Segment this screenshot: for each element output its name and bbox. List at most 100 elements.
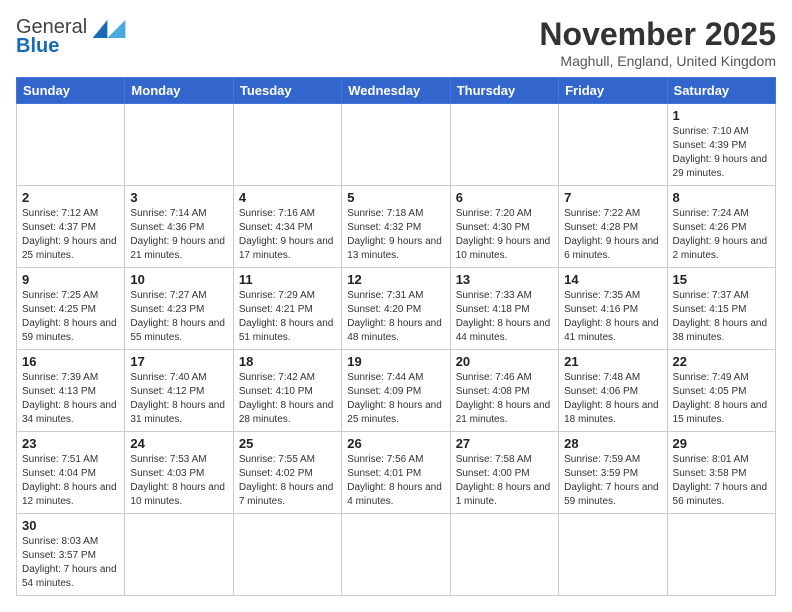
- day-info: Sunrise: 7:46 AM Sunset: 4:08 PM Dayligh…: [456, 371, 553, 427]
- day-number: 19: [347, 354, 444, 369]
- calendar-cell: [342, 514, 450, 596]
- day-info: Sunrise: 7:56 AM Sunset: 4:01 PM Dayligh…: [347, 453, 444, 509]
- day-number: 30: [22, 518, 119, 533]
- calendar-cell: 29 Sunrise: 8:01 AM Sunset: 3:58 PM Dayli…: [667, 432, 775, 514]
- day-info: Sunrise: 7:59 AM Sunset: 3:59 PM Dayligh…: [564, 453, 661, 509]
- day-info: Sunrise: 7:14 AM Sunset: 4:36 PM Dayligh…: [130, 207, 227, 263]
- day-number: 15: [673, 272, 770, 287]
- calendar-cell: 3 Sunrise: 7:14 AM Sunset: 4:36 PM Daylig…: [125, 186, 233, 268]
- day-info: Sunrise: 7:48 AM Sunset: 4:06 PM Dayligh…: [564, 371, 661, 427]
- calendar-table: SundayMondayTuesdayWednesdayThursdayFrid…: [16, 77, 776, 596]
- calendar-cell: 6 Sunrise: 7:20 AM Sunset: 4:30 PM Daylig…: [450, 186, 558, 268]
- logo-blue-text: Blue: [16, 35, 59, 58]
- weekday-header-wednesday: Wednesday: [342, 78, 450, 104]
- day-number: 6: [456, 190, 553, 205]
- calendar-cell: 5 Sunrise: 7:18 AM Sunset: 4:32 PM Daylig…: [342, 186, 450, 268]
- calendar-week-6: 30Sunrise: 8:03 AM Sunset: 3:57 PM Dayli…: [17, 514, 776, 596]
- day-number: 20: [456, 354, 553, 369]
- calendar-cell: 19 Sunrise: 7:44 AM Sunset: 4:09 PM Dayli…: [342, 350, 450, 432]
- day-number: 12: [347, 272, 444, 287]
- day-number: 22: [673, 354, 770, 369]
- day-number: 26: [347, 436, 444, 451]
- logo-icon: [91, 20, 127, 38]
- day-info: Sunrise: 7:39 AM Sunset: 4:13 PM Dayligh…: [22, 371, 119, 427]
- calendar-cell: 4 Sunrise: 7:16 AM Sunset: 4:34 PM Daylig…: [233, 186, 341, 268]
- calendar-cell: 27Sunrise: 7:58 AM Sunset: 4:00 PM Dayli…: [450, 432, 558, 514]
- day-info: Sunrise: 7:18 AM Sunset: 4:32 PM Dayligh…: [347, 207, 444, 263]
- calendar-cell: 17 Sunrise: 7:40 AM Sunset: 4:12 PM Dayli…: [125, 350, 233, 432]
- calendar-cell: [125, 104, 233, 186]
- day-info: Sunrise: 7:42 AM Sunset: 4:10 PM Dayligh…: [239, 371, 336, 427]
- page-header: General Blue November 2025 Maghull, Engl…: [16, 16, 776, 69]
- calendar-week-2: 2 Sunrise: 7:12 AM Sunset: 4:37 PM Daylig…: [17, 186, 776, 268]
- calendar-cell: 15Sunrise: 7:37 AM Sunset: 4:15 PM Dayli…: [667, 268, 775, 350]
- calendar-cell: [17, 104, 125, 186]
- calendar-cell: 25Sunrise: 7:55 AM Sunset: 4:02 PM Dayli…: [233, 432, 341, 514]
- calendar-cell: [667, 514, 775, 596]
- calendar-cell: 16 Sunrise: 7:39 AM Sunset: 4:13 PM Dayli…: [17, 350, 125, 432]
- month-title: November 2025: [539, 16, 776, 53]
- day-number: 27: [456, 436, 553, 451]
- day-info: Sunrise: 7:12 AM Sunset: 4:37 PM Dayligh…: [22, 207, 119, 263]
- day-info: Sunrise: 7:44 AM Sunset: 4:09 PM Dayligh…: [347, 371, 444, 427]
- calendar-cell: [559, 104, 667, 186]
- day-info: Sunrise: 7:20 AM Sunset: 4:30 PM Dayligh…: [456, 207, 553, 263]
- day-info: Sunrise: 8:01 AM Sunset: 3:58 PM Dayligh…: [673, 453, 770, 509]
- day-number: 2: [22, 190, 119, 205]
- day-info: Sunrise: 7:24 AM Sunset: 4:26 PM Dayligh…: [673, 207, 770, 263]
- calendar-cell: 13Sunrise: 7:33 AM Sunset: 4:18 PM Dayli…: [450, 268, 558, 350]
- calendar-cell: 28 Sunrise: 7:59 AM Sunset: 3:59 PM Dayli…: [559, 432, 667, 514]
- calendar-cell: 7Sunrise: 7:22 AM Sunset: 4:28 PM Daylig…: [559, 186, 667, 268]
- calendar-cell: 14Sunrise: 7:35 AM Sunset: 4:16 PM Dayli…: [559, 268, 667, 350]
- day-info: Sunrise: 7:10 AM Sunset: 4:39 PM Dayligh…: [673, 125, 770, 181]
- calendar-cell: 11 Sunrise: 7:29 AM Sunset: 4:21 PM Dayli…: [233, 268, 341, 350]
- day-info: Sunrise: 7:35 AM Sunset: 4:16 PM Dayligh…: [564, 289, 661, 345]
- weekday-header-thursday: Thursday: [450, 78, 558, 104]
- day-number: 16: [22, 354, 119, 369]
- day-info: Sunrise: 7:16 AM Sunset: 4:34 PM Dayligh…: [239, 207, 336, 263]
- calendar-cell: 1Sunrise: 7:10 AM Sunset: 4:39 PM Daylig…: [667, 104, 775, 186]
- day-info: Sunrise: 7:40 AM Sunset: 4:12 PM Dayligh…: [130, 371, 227, 427]
- calendar-week-5: 23 Sunrise: 7:51 AM Sunset: 4:04 PM Dayli…: [17, 432, 776, 514]
- calendar-cell: [125, 514, 233, 596]
- weekday-header-monday: Monday: [125, 78, 233, 104]
- calendar-cell: 21Sunrise: 7:48 AM Sunset: 4:06 PM Dayli…: [559, 350, 667, 432]
- day-number: 11: [239, 272, 336, 287]
- calendar-cell: 12 Sunrise: 7:31 AM Sunset: 4:20 PM Dayli…: [342, 268, 450, 350]
- calendar-cell: 8 Sunrise: 7:24 AM Sunset: 4:26 PM Daylig…: [667, 186, 775, 268]
- day-number: 9: [22, 272, 119, 287]
- day-number: 17: [130, 354, 227, 369]
- calendar-cell: [450, 514, 558, 596]
- day-number: 8: [673, 190, 770, 205]
- calendar-cell: 20 Sunrise: 7:46 AM Sunset: 4:08 PM Dayli…: [450, 350, 558, 432]
- day-number: 28: [564, 436, 661, 451]
- day-number: 4: [239, 190, 336, 205]
- day-info: Sunrise: 7:51 AM Sunset: 4:04 PM Dayligh…: [22, 453, 119, 509]
- day-number: 18: [239, 354, 336, 369]
- day-info: Sunrise: 7:25 AM Sunset: 4:25 PM Dayligh…: [22, 289, 119, 345]
- title-block: November 2025 Maghull, England, United K…: [539, 16, 776, 69]
- calendar-cell: 18 Sunrise: 7:42 AM Sunset: 4:10 PM Dayli…: [233, 350, 341, 432]
- weekday-header-friday: Friday: [559, 78, 667, 104]
- day-number: 10: [130, 272, 227, 287]
- day-number: 24: [130, 436, 227, 451]
- weekday-header-tuesday: Tuesday: [233, 78, 341, 104]
- calendar-cell: 26 Sunrise: 7:56 AM Sunset: 4:01 PM Dayli…: [342, 432, 450, 514]
- day-info: Sunrise: 7:29 AM Sunset: 4:21 PM Dayligh…: [239, 289, 336, 345]
- day-info: Sunrise: 7:49 AM Sunset: 4:05 PM Dayligh…: [673, 371, 770, 427]
- weekday-header-sunday: Sunday: [17, 78, 125, 104]
- calendar-week-1: 1Sunrise: 7:10 AM Sunset: 4:39 PM Daylig…: [17, 104, 776, 186]
- calendar-cell: [559, 514, 667, 596]
- day-number: 29: [673, 436, 770, 451]
- day-info: Sunrise: 7:53 AM Sunset: 4:03 PM Dayligh…: [130, 453, 227, 509]
- weekday-header-row: SundayMondayTuesdayWednesdayThursdayFrid…: [17, 78, 776, 104]
- day-info: Sunrise: 7:55 AM Sunset: 4:02 PM Dayligh…: [239, 453, 336, 509]
- day-info: Sunrise: 7:22 AM Sunset: 4:28 PM Dayligh…: [564, 207, 661, 263]
- day-number: 5: [347, 190, 444, 205]
- day-number: 23: [22, 436, 119, 451]
- calendar-cell: [342, 104, 450, 186]
- day-info: Sunrise: 7:31 AM Sunset: 4:20 PM Dayligh…: [347, 289, 444, 345]
- day-number: 3: [130, 190, 227, 205]
- calendar-cell: 10Sunrise: 7:27 AM Sunset: 4:23 PM Dayli…: [125, 268, 233, 350]
- calendar-cell: 24 Sunrise: 7:53 AM Sunset: 4:03 PM Dayli…: [125, 432, 233, 514]
